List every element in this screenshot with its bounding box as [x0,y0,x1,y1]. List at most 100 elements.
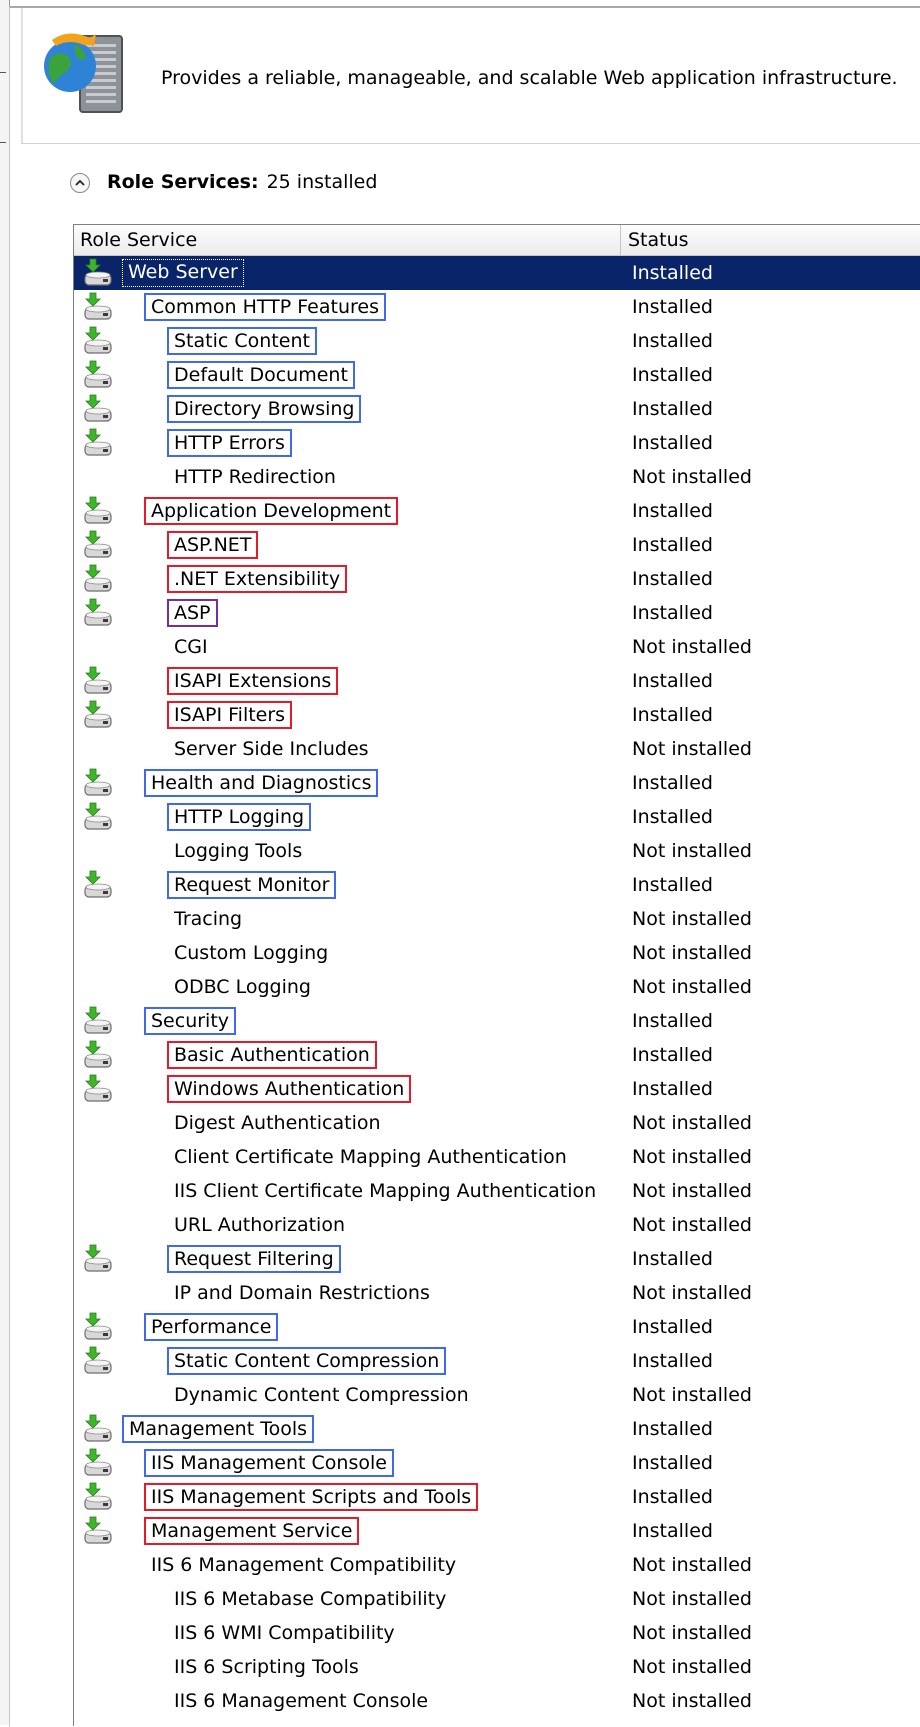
installed-role-service-icon [82,1312,114,1342]
table-row-isapi-filters[interactable]: ISAPI Filters Installed [74,698,920,732]
table-row-iis-6-scripting-tools[interactable]: IIS 6 Scripting Tools Not installed [74,1650,920,1684]
table-row-request-monitor[interactable]: Request Monitor Installed [74,868,920,902]
role-service-status: Installed [632,500,713,522]
table-row-odbc-logging[interactable]: ODBC Logging Not installed [74,970,920,1004]
role-service-status: Installed [632,1520,713,1542]
table-row-http-redirection[interactable]: HTTP Redirection Not installed [74,460,920,494]
table-row-iis-management-console[interactable]: IIS Management Console Installed [74,1446,920,1480]
table-row-request-filtering[interactable]: Request Filtering Installed [74,1242,920,1276]
chevron-up-icon [75,179,85,186]
table-row-windows-authentication[interactable]: Windows Authentication Installed [74,1072,920,1106]
table-row-health-and-diagnostics[interactable]: Health and Diagnostics Installed [74,766,920,800]
role-service-name: Default Document [167,361,355,389]
role-service-name: ODBC Logging [174,976,311,998]
installed-role-service-icon [82,292,114,322]
table-row-dynamic-content-compression[interactable]: Dynamic Content Compression Not installed [74,1378,920,1412]
table-row-client-certificate-mapping-authentication[interactable]: Client Certificate Mapping Authenticatio… [74,1140,920,1174]
table-row-directory-browsing[interactable]: Directory Browsing Installed [74,392,920,426]
role-services-count: 25 installed [266,171,378,193]
role-service-name: Security [144,1007,237,1035]
table-row-default-document[interactable]: Default Document Installed [74,358,920,392]
table-row-isapi-extensions[interactable]: ISAPI Extensions Installed [74,664,920,698]
role-service-status: Installed [632,296,713,318]
table-row-iis-6-management-compatibility[interactable]: IIS 6 Management Compatibility Not instal… [74,1548,920,1582]
column-header-status[interactable]: Status [622,225,920,255]
table-row-logging-tools[interactable]: Logging Tools Not installed [74,834,920,868]
role-service-name: .NET Extensibility [167,565,348,593]
table-row-net-extensibility[interactable]: .NET Extensibility Installed [74,562,920,596]
role-service-status: Not installed [632,1282,752,1304]
table-row-server-side-includes[interactable]: Server Side Includes Not installed [74,732,920,766]
role-service-name: ASP.NET [167,531,259,559]
role-service-status: Installed [632,534,713,556]
table-row-http-errors[interactable]: HTTP Errors Installed [74,426,920,460]
role-service-status: Installed [632,432,713,454]
table-row-iis-management-scripts-and-tools[interactable]: IIS Management Scripts and Tools Installe… [74,1480,920,1514]
role-description: Provides a reliable, manageable, and sca… [161,67,898,89]
role-service-status: Not installed [632,738,752,760]
role-service-status: Installed [632,670,713,692]
table-row-basic-authentication[interactable]: Basic Authentication Installed [74,1038,920,1072]
table-row-web-server[interactable]: Web Server Installed [74,256,920,290]
role-service-name: Health and Diagnostics [144,769,379,797]
header-separator [21,8,23,143]
role-service-status: Not installed [632,908,752,930]
table-row-common-http-features[interactable]: Common HTTP Features Installed [74,290,920,324]
table-row-iis-6-management-console[interactable]: IIS 6 Management Console Not installed [74,1684,920,1718]
role-service-status: Installed [632,1316,713,1338]
installed-role-service-icon [82,1244,114,1274]
role-service-name: ISAPI Extensions [167,667,339,695]
table-row-management-service[interactable]: Management Service Installed [74,1514,920,1548]
pane-tick [0,142,6,143]
role-service-name: Logging Tools [174,840,303,862]
role-service-name: Basic Authentication [167,1041,377,1069]
table-row-application-development[interactable]: Application Development Installed [74,494,920,528]
table-row-digest-authentication[interactable]: Digest Authentication Not installed [74,1106,920,1140]
installed-role-service-icon [82,1482,114,1512]
installed-role-service-icon [82,768,114,798]
role-service-name: Request Monitor [167,871,337,899]
table-row-management-tools[interactable]: Management Tools Installed [74,1412,920,1446]
table-row-url-authorization[interactable]: URL Authorization Not installed [74,1208,920,1242]
installed-role-service-icon [82,394,114,424]
installed-role-service-icon [82,870,114,900]
table-row-http-logging[interactable]: HTTP Logging Installed [74,800,920,834]
table-row-asp[interactable]: ASP Installed [74,596,920,630]
role-service-name: ASP [167,599,218,627]
table-row-iis-6-metabase-compatibility[interactable]: IIS 6 Metabase Compatibility Not installe… [74,1582,920,1616]
table-row-cgi[interactable]: CGI Not installed [74,630,920,664]
installed-role-service-icon [82,326,114,356]
installed-role-service-icon [82,564,114,594]
table-row-security[interactable]: Security Installed [74,1004,920,1038]
installed-role-service-icon [82,530,114,560]
table-row-static-content-compression[interactable]: Static Content Compression Installed [74,1344,920,1378]
role-service-status: Not installed [632,1588,752,1610]
collapse-toggle-button[interactable] [70,173,90,193]
role-services-title: Role Services: [107,171,259,193]
table-row-ip-and-domain-restrictions[interactable]: IP and Domain Restrictions Not installed [74,1276,920,1310]
table-row-tracing[interactable]: Tracing Not installed [74,902,920,936]
column-header-role-service[interactable]: Role Service [74,225,621,255]
table-row-asp-net[interactable]: ASP.NET Installed [74,528,920,562]
table-row-performance[interactable]: Performance Installed [74,1310,920,1344]
role-service-status: Installed [632,262,713,284]
role-service-name: HTTP Logging [167,803,312,831]
role-service-status: Not installed [632,466,752,488]
role-service-status: Installed [632,1248,713,1270]
role-service-status: Not installed [632,1384,752,1406]
role-service-name: IIS 6 Metabase Compatibility [174,1588,447,1610]
table-row-iis-client-certificate-mapping-authentication[interactable]: IIS Client Certificate Mapping Authentic… [74,1174,920,1208]
installed-role-service-icon [82,496,114,526]
role-service-status: Not installed [632,1656,752,1678]
table-row-static-content[interactable]: Static Content Installed [74,324,920,358]
pane-tick [0,72,6,73]
role-service-status: Installed [632,1010,713,1032]
installed-role-service-icon [82,598,114,628]
role-service-status: Installed [632,1078,713,1100]
role-service-name: IP and Domain Restrictions [174,1282,430,1304]
role-service-status: Installed [632,568,713,590]
table-row-custom-logging[interactable]: Custom Logging Not installed [74,936,920,970]
role-service-name: Performance [144,1313,279,1341]
table-row-iis-6-wmi-compatibility[interactable]: IIS 6 WMI Compatibility Not installed [74,1616,920,1650]
role-service-name: IIS Management Console [144,1449,394,1477]
